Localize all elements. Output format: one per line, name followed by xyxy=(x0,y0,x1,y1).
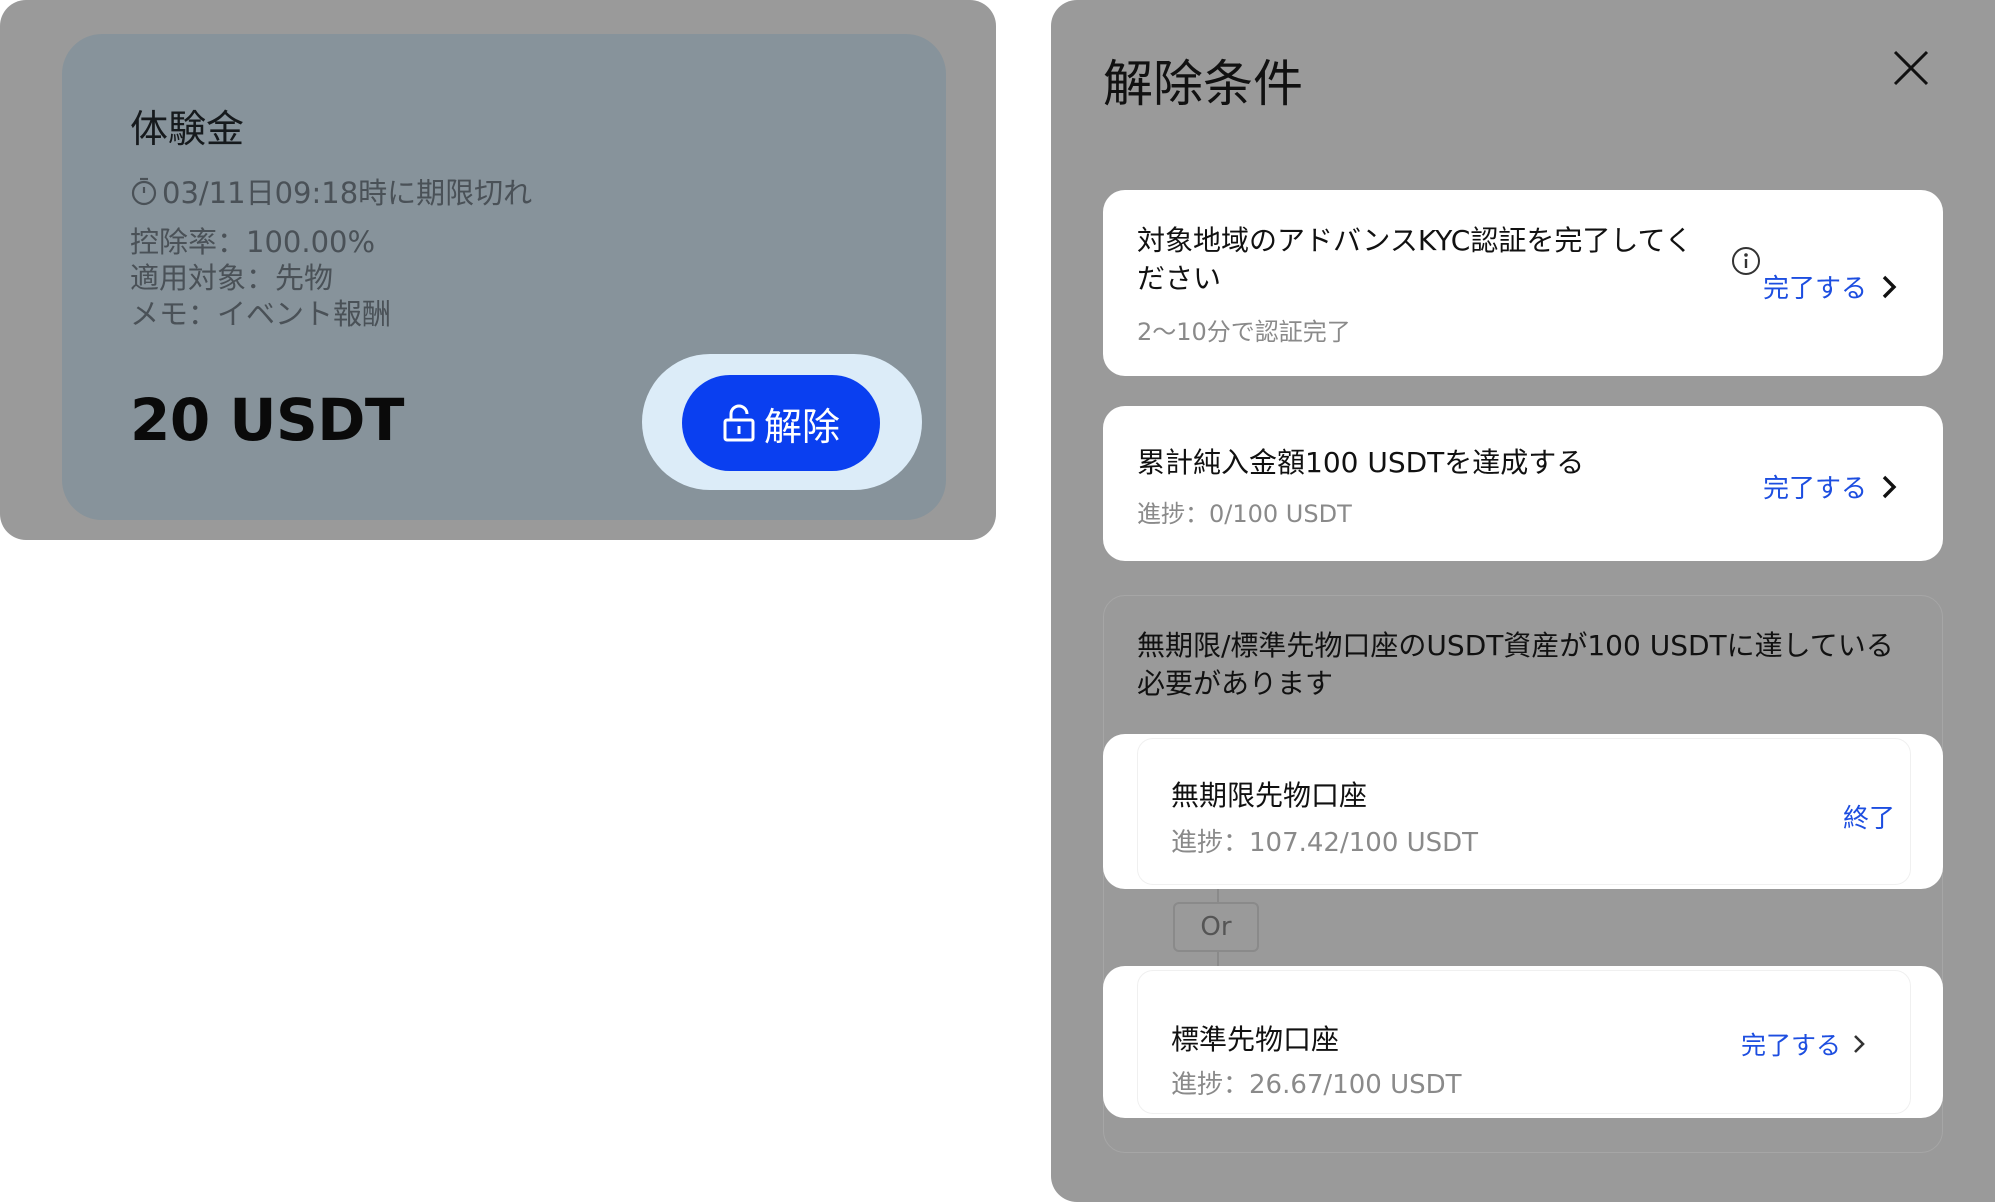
bonus-panel: 体験金 03/11日09:18時に期限切れ 控除率：100.00% 適用対象：先… xyxy=(0,0,996,540)
standard-futures-account: 標準先物口座 進捗：26.67/100 USDT 完了する xyxy=(1103,966,1943,1118)
chevron-right-icon xyxy=(1882,275,1897,298)
expiry-text: 03/11日09:18時に期限切れ xyxy=(162,176,533,210)
close-icon[interactable] xyxy=(1891,48,1931,88)
account-name: 標準先物口座 xyxy=(1171,1023,1340,1056)
account-progress: 進捗：26.67/100 USDT xyxy=(1171,1070,1462,1100)
condition-title-line2: ださい xyxy=(1137,262,1222,295)
account-name: 無期限先物口座 xyxy=(1171,779,1368,812)
complete-kyc-button[interactable]: 完了する xyxy=(1763,268,1897,305)
complete-label: 完了する xyxy=(1763,474,1868,504)
memo: メモ：イベント報酬 xyxy=(130,297,392,331)
condition-title: 累計純入金額100 USDTを達成する xyxy=(1137,446,1585,479)
condition-subtitle: 2〜10分で認証完了 xyxy=(1137,318,1351,346)
status-finished: 終了 xyxy=(1843,804,1896,834)
unlock-icon xyxy=(723,404,755,442)
or-separator: Or xyxy=(1173,902,1259,952)
group-title: 無期限/標準先物口座のUSDT資産が100 USDTに達している必要があります xyxy=(1137,629,1894,700)
bonus-amount: 20 USDT xyxy=(130,386,404,454)
condition-progress: 進捗：0/100 USDT xyxy=(1137,500,1352,528)
bonus-card: 体験金 03/11日09:18時に期限切れ 控除率：100.00% 適用対象：先… xyxy=(62,34,946,520)
unlock-button[interactable]: 解除 xyxy=(682,375,880,471)
complete-standard-button[interactable]: 完了する xyxy=(1741,1026,1865,1062)
condition-kyc: 対象地域のアドバンスKYC認証を完了してく ださい 2〜10分で認証完了 完了す… xyxy=(1103,190,1943,376)
unlock-label: 解除 xyxy=(763,404,840,449)
bonus-title: 体験金 xyxy=(130,107,245,151)
unlock-conditions-panel: 解除条件 対象地域のアドバンスKYC認証を完了してく ださい 2〜10分で認証完… xyxy=(1051,0,1995,1202)
condition-deposit: 累計純入金額100 USDTを達成する 進捗：0/100 USDT 完了する xyxy=(1103,406,1943,561)
timer-icon xyxy=(131,177,157,206)
info-icon[interactable] xyxy=(1730,245,1762,277)
chevron-right-icon xyxy=(1882,475,1897,498)
connector-line xyxy=(1217,889,1219,902)
complete-label: 完了する xyxy=(1763,274,1868,304)
perpetual-futures-account: 無期限先物口座 進捗：107.42/100 USDT 終了 xyxy=(1103,734,1943,889)
condition-title-line1: 対象地域のアドバンスKYC認証を完了してく xyxy=(1137,224,1693,257)
complete-deposit-button[interactable]: 完了する xyxy=(1763,468,1897,505)
account-progress: 進捗：107.42/100 USDT xyxy=(1171,828,1479,858)
panel-title: 解除条件 xyxy=(1103,55,1303,113)
connector-line xyxy=(1217,952,1219,966)
expiry-row: 03/11日09:18時に期限切れ xyxy=(130,170,532,212)
chevron-right-icon xyxy=(1854,1035,1865,1053)
complete-label: 完了する xyxy=(1741,1031,1842,1060)
